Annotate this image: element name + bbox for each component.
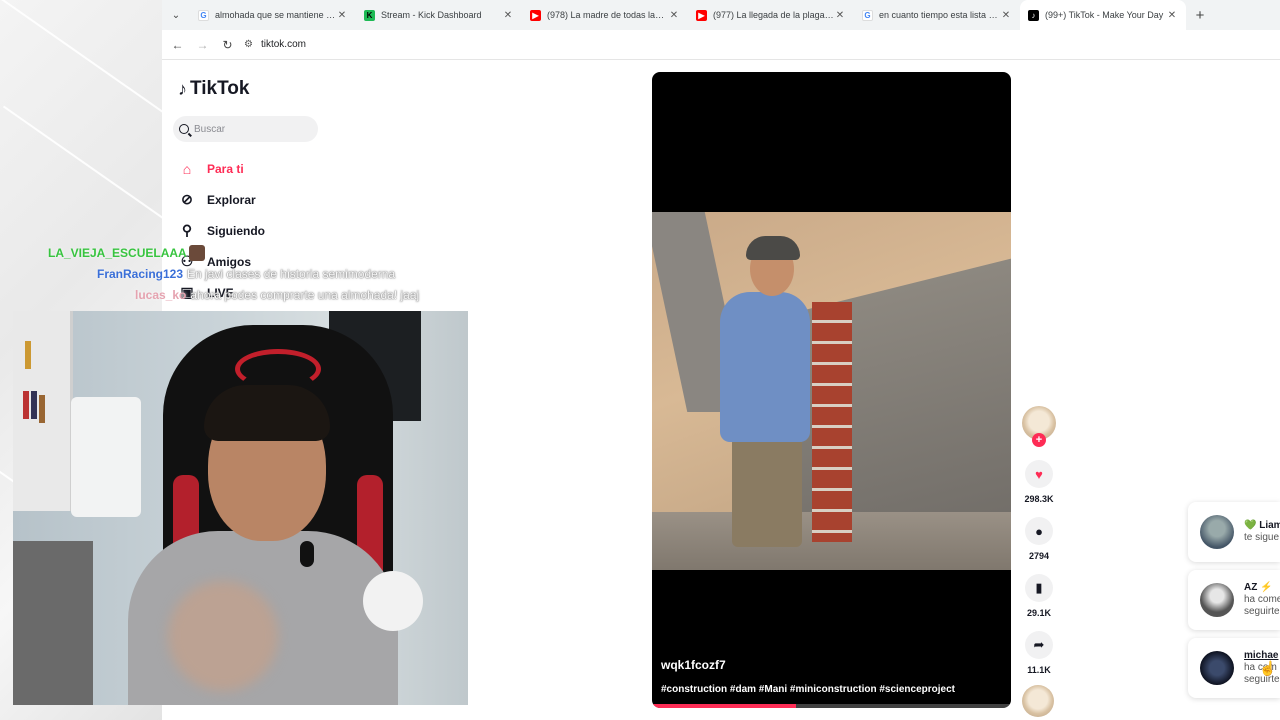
bookmark-icon: ▮ bbox=[1025, 574, 1053, 602]
browser-tab[interactable]: ▶ (977) La llegada de la plaga roj ✕ bbox=[688, 0, 854, 30]
tab-close-icon[interactable]: ✕ bbox=[1166, 10, 1178, 21]
heart-icon: ♥ bbox=[1025, 460, 1053, 488]
bookshelf bbox=[13, 311, 73, 511]
chat-message: FranRacing123 En javi clases de historia… bbox=[40, 263, 460, 284]
share-arrow-icon: ➦ bbox=[1025, 631, 1053, 659]
music-disc-avatar[interactable] bbox=[1022, 685, 1054, 717]
video-description[interactable]: #construction #dam #Mani #miniconstructi… bbox=[661, 684, 955, 695]
browser-tab[interactable]: ▶ (978) La madre de todas las ho ✕ bbox=[522, 0, 688, 30]
compass-icon: ⊘ bbox=[181, 191, 193, 207]
microphone-icon bbox=[300, 541, 314, 567]
tab-label: Stream - Kick Dashboard bbox=[381, 10, 482, 20]
new-tab-button[interactable]: + bbox=[1186, 7, 1214, 24]
search-icon bbox=[179, 124, 189, 134]
sidebar-item-label: Siguiendo bbox=[207, 223, 265, 238]
sidebar-item-para-ti[interactable]: ⌂ Para ti bbox=[178, 153, 328, 184]
kick-icon: K bbox=[364, 9, 375, 21]
sidebar-item-label: Para ti bbox=[207, 161, 244, 176]
chat-username: LA_VIEJA_ESCUELAAA bbox=[48, 245, 187, 260]
video-player[interactable]: wqk1fcozf7 #construction #dam #Mani #min… bbox=[652, 72, 1011, 708]
browser-tab-strip: ⌄ G almohada que se mantiene fría ✕ K St… bbox=[162, 0, 1280, 30]
cat bbox=[363, 571, 423, 631]
notification-message: ha come bbox=[1244, 594, 1280, 605]
share-count: 11.1K bbox=[1027, 665, 1051, 675]
sidebar-item-label: Explorar bbox=[207, 192, 256, 207]
tab-label: almohada que se mantiene fría bbox=[215, 10, 336, 20]
notification-avatar bbox=[1200, 515, 1234, 549]
tab-close-icon[interactable]: ✕ bbox=[1000, 10, 1012, 21]
chat-text: ahora podes comprarte una almohada! jaaj bbox=[190, 287, 420, 302]
tab-label: (977) La llegada de la plaga roj bbox=[713, 10, 834, 20]
url-field[interactable]: ⚙ tiktok.com bbox=[244, 39, 306, 50]
tab-label: (978) La madre de todas las ho bbox=[547, 10, 668, 20]
tiktok-icon: ♪ bbox=[1028, 9, 1039, 21]
video-action-bar: + ♥ 298.3K ● 2794 ▮ 29.1K ➦ 11.1K bbox=[1018, 406, 1060, 717]
tab-search-chevron-icon[interactable]: ⌄ bbox=[162, 0, 190, 30]
search-input[interactable]: Buscar bbox=[173, 116, 318, 142]
notification-message: seguirte bbox=[1244, 606, 1280, 617]
url-text: tiktok.com bbox=[260, 39, 306, 50]
tiktok-logo[interactable]: ♪ TikTok bbox=[178, 78, 249, 100]
address-bar: ← → ↻ ⚙ tiktok.com bbox=[162, 30, 1280, 60]
save-count: 29.1K bbox=[1026, 608, 1052, 618]
google-icon: G bbox=[198, 9, 209, 21]
search-placeholder: Buscar bbox=[194, 123, 226, 135]
chat-message: lucas_ko ahora podes comprarte una almoh… bbox=[40, 284, 460, 305]
site-settings-icon[interactable]: ⚙ bbox=[244, 39, 253, 50]
notification-avatar bbox=[1200, 651, 1234, 685]
notification-name: Liam bbox=[1259, 520, 1280, 531]
back-arrow-icon[interactable]: ← bbox=[165, 38, 190, 52]
video-author[interactable]: wqk1fcozf7 bbox=[661, 658, 726, 672]
forward-arrow-icon[interactable]: → bbox=[190, 38, 215, 52]
tab-close-icon[interactable]: ✕ bbox=[336, 10, 348, 21]
video-progress-fill bbox=[652, 704, 796, 708]
video-progress-bar[interactable] bbox=[652, 704, 1011, 708]
follow-plus-icon[interactable]: + bbox=[1032, 433, 1046, 447]
chat-text: En javi clases de historia semimoderna bbox=[187, 266, 396, 281]
reload-icon[interactable]: ↻ bbox=[215, 38, 240, 52]
save-button[interactable]: ▮ 29.1K bbox=[1018, 574, 1060, 618]
streamer-webcam bbox=[13, 311, 468, 705]
tab-close-icon[interactable]: ✕ bbox=[834, 10, 846, 21]
notification-avatar bbox=[1200, 583, 1234, 617]
tab-close-icon[interactable]: ✕ bbox=[502, 10, 514, 21]
browser-tab[interactable]: G en cuanto tiempo esta lista par ✕ bbox=[854, 0, 1020, 30]
logo-text: TikTok bbox=[190, 78, 250, 99]
lightning-icon: ⚡ bbox=[1260, 582, 1273, 593]
sofa bbox=[13, 541, 93, 705]
notification-message: te sigue bbox=[1244, 532, 1280, 543]
stream-chat-overlay: LA_VIEJA_ESCUELAAA FranRacing123 En javi… bbox=[40, 242, 460, 305]
google-icon: G bbox=[862, 9, 873, 21]
notification-card[interactable]: AZ ⚡ ha come seguirte bbox=[1188, 570, 1280, 630]
comment-button[interactable]: ● 2794 bbox=[1018, 517, 1060, 561]
video-frame bbox=[652, 212, 1011, 570]
youtube-icon: ▶ bbox=[530, 9, 541, 21]
green-heart-icon: 💚 bbox=[1244, 520, 1257, 531]
home-icon: ⌂ bbox=[182, 160, 192, 177]
like-button[interactable]: ♥ 298.3K bbox=[1018, 460, 1060, 504]
comment-icon: ● bbox=[1025, 517, 1053, 545]
youtube-icon: ▶ bbox=[696, 9, 707, 21]
share-button[interactable]: ➦ 11.1K bbox=[1018, 631, 1060, 675]
browser-tab[interactable]: G almohada que se mantiene fría ✕ bbox=[190, 0, 356, 30]
notification-name: AZ bbox=[1244, 582, 1258, 593]
like-count: 298.3K bbox=[1024, 494, 1054, 504]
chat-emote-icon bbox=[188, 244, 205, 261]
tiktok-note-icon: ♪ bbox=[178, 78, 187, 99]
chat-message: LA_VIEJA_ESCUELAAA bbox=[40, 242, 460, 263]
streamer bbox=[108, 385, 408, 705]
following-icon: ⚲ bbox=[181, 222, 193, 238]
notification-card[interactable]: 💚 Liam te sigue bbox=[1188, 502, 1280, 562]
sidebar-item-explorar[interactable]: ⊘ Explorar bbox=[178, 184, 328, 215]
tab-label: en cuanto tiempo esta lista par bbox=[879, 10, 1000, 20]
author-avatar[interactable]: + bbox=[1022, 406, 1056, 447]
chat-username: FranRacing123 bbox=[97, 266, 184, 281]
browser-tab[interactable]: K Stream - Kick Dashboard ✕ bbox=[356, 0, 522, 30]
tab-close-icon[interactable]: ✕ bbox=[668, 10, 680, 21]
browser-tab-active[interactable]: ♪ (99+) TikTok - Make Your Day ✕ bbox=[1020, 0, 1186, 30]
hand-cursor-icon: ☝ bbox=[1259, 660, 1277, 676]
comment-count: 2794 bbox=[1028, 551, 1050, 561]
chat-username: lucas_ko bbox=[135, 287, 187, 302]
tab-label: (99+) TikTok - Make Your Day bbox=[1045, 10, 1164, 20]
